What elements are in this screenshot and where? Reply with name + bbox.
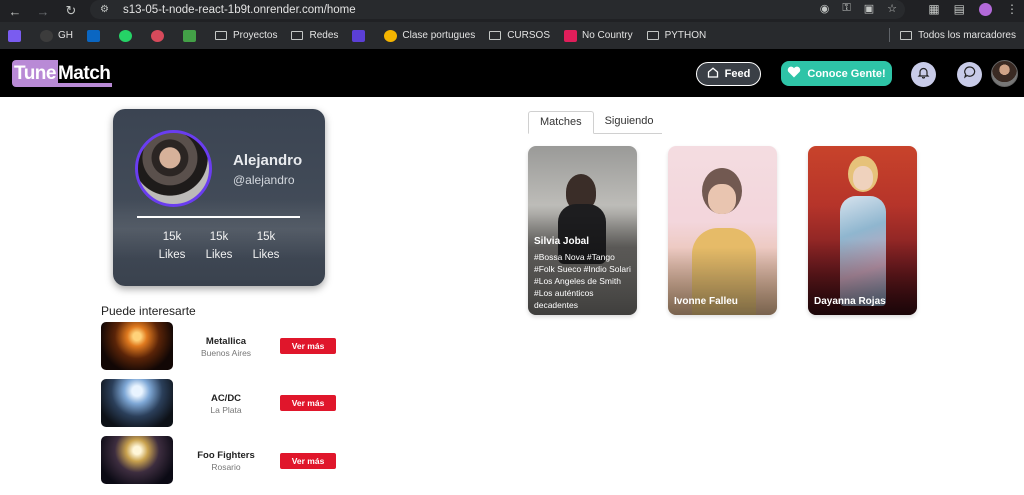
tunematch-logo[interactable]: Tune Match	[12, 60, 113, 87]
band-city: La Plata	[210, 405, 242, 415]
notifications-button[interactable]	[911, 62, 936, 87]
bookmarks-bar: GH Proyectos Redes Clase portugues CURSO…	[0, 22, 1024, 49]
bookmark-proyectos[interactable]: Proyectos	[215, 30, 277, 41]
profile-name: Alejandro	[233, 152, 303, 169]
divider	[137, 216, 300, 218]
bookmark-app-4[interactable]	[352, 29, 370, 42]
concert-image	[101, 436, 173, 484]
folder-icon	[489, 31, 502, 40]
bookmark-gh[interactable]: GH	[40, 29, 73, 42]
url-text[interactable]: s13-05-t-node-react-1b9t.onrender.com/ho…	[123, 4, 356, 16]
folder-icon	[215, 31, 227, 40]
address-bar[interactable]: ⚙ s13-05-t-node-react-1b9t.onrender.com/…	[90, 0, 905, 19]
ver-mas-button[interactable]: Ver más	[280, 338, 336, 354]
translate-icon[interactable]: ▣	[864, 2, 874, 15]
key-icon[interactable]: ⚿	[842, 2, 850, 15]
bookmark-redes[interactable]: Redes	[291, 30, 338, 41]
profile-handle: @alejandro	[233, 173, 295, 187]
site-info-icon[interactable]: ⚙	[100, 4, 109, 15]
sidepanel-icon[interactable]: ▤	[954, 2, 965, 16]
location-icon[interactable]: ◉	[820, 2, 830, 15]
match-name: Dayanna Rojas	[814, 296, 886, 307]
profile-icon[interactable]	[979, 2, 992, 16]
concert-image	[101, 379, 173, 427]
match-tabs: Matches Siguiendo	[528, 111, 662, 134]
bookmark-app-3[interactable]	[183, 29, 201, 42]
match-card[interactable]: Dayanna Rojas	[808, 146, 917, 315]
bookmark-cursos[interactable]: CURSOS	[489, 30, 550, 41]
conoce-gente-button[interactable]: Conoce Gente!	[781, 61, 892, 86]
match-card[interactable]: Silvia Jobal #Bossa Nova #Tango #Folk Su…	[528, 146, 637, 315]
bell-icon	[917, 66, 930, 84]
folder-icon	[900, 30, 913, 40]
chat-bubble-icon	[963, 65, 977, 84]
concert-image	[101, 322, 173, 370]
folder-icon	[646, 31, 659, 40]
band-name: AC/DC	[210, 393, 242, 404]
back-icon[interactable]: ←	[4, 2, 26, 20]
bookmark-linkedin[interactable]	[87, 29, 105, 42]
band-name: Metallica	[205, 336, 247, 347]
bookmark-app-2[interactable]	[151, 29, 169, 42]
band-city: Rosario	[211, 462, 241, 472]
all-bookmarks[interactable]: Todos los marcadores	[889, 28, 1016, 42]
match-name: Ivonne Falleu	[674, 296, 738, 307]
recommendations-title: Puede interesarte	[101, 304, 196, 318]
heart-icon	[787, 66, 801, 81]
ver-mas-button[interactable]: Ver más	[280, 453, 336, 469]
forward-icon[interactable]: →	[32, 2, 54, 20]
home-icon	[707, 67, 719, 81]
reload-icon[interactable]: ↻	[60, 2, 82, 20]
menu-icon[interactable]: ⋮	[1006, 2, 1018, 16]
browser-toolbar: ← → ↻ ⚙ s13-05-t-node-react-1b9t.onrende…	[0, 0, 1024, 22]
match-card[interactable]: Ivonne Falleu	[668, 146, 777, 315]
user-avatar[interactable]	[991, 60, 1018, 87]
folder-icon	[291, 31, 304, 40]
extensions-icon[interactable]: ▦	[928, 2, 939, 16]
band-name: Foo Fighters	[197, 450, 255, 461]
profile-stat: 15k Likes	[158, 231, 186, 261]
bookmark-python[interactable]: PYTHON	[646, 30, 706, 41]
profile-avatar	[135, 130, 212, 207]
bookmark-star-icon[interactable]: ☆	[887, 2, 897, 15]
ver-mas-button[interactable]: Ver más	[280, 395, 336, 411]
match-name: Silvia Jobal	[534, 236, 590, 247]
tab-matches[interactable]: Matches	[528, 111, 594, 134]
messages-button[interactable]	[957, 62, 982, 87]
bookmark-no-country[interactable]: No Country	[564, 29, 633, 42]
profile-stat: 15k Likes	[252, 231, 280, 261]
tab-siguiendo[interactable]: Siguiendo	[594, 111, 665, 133]
feed-button[interactable]: Feed	[696, 62, 761, 86]
bookmark-whatsapp[interactable]	[119, 29, 137, 42]
band-city: Buenos Aires	[200, 348, 252, 358]
bookmark-app-1[interactable]	[8, 29, 26, 42]
profile-stat: 15k Likes	[205, 231, 233, 261]
match-tags: #Bossa Nova #Tango #Folk Sueco #Indio So…	[534, 252, 631, 310]
bookmark-clase-portugues[interactable]: Clase portugues	[384, 29, 475, 42]
profile-card: Alejandro @alejandro 15k Likes 15k Likes…	[113, 109, 325, 286]
